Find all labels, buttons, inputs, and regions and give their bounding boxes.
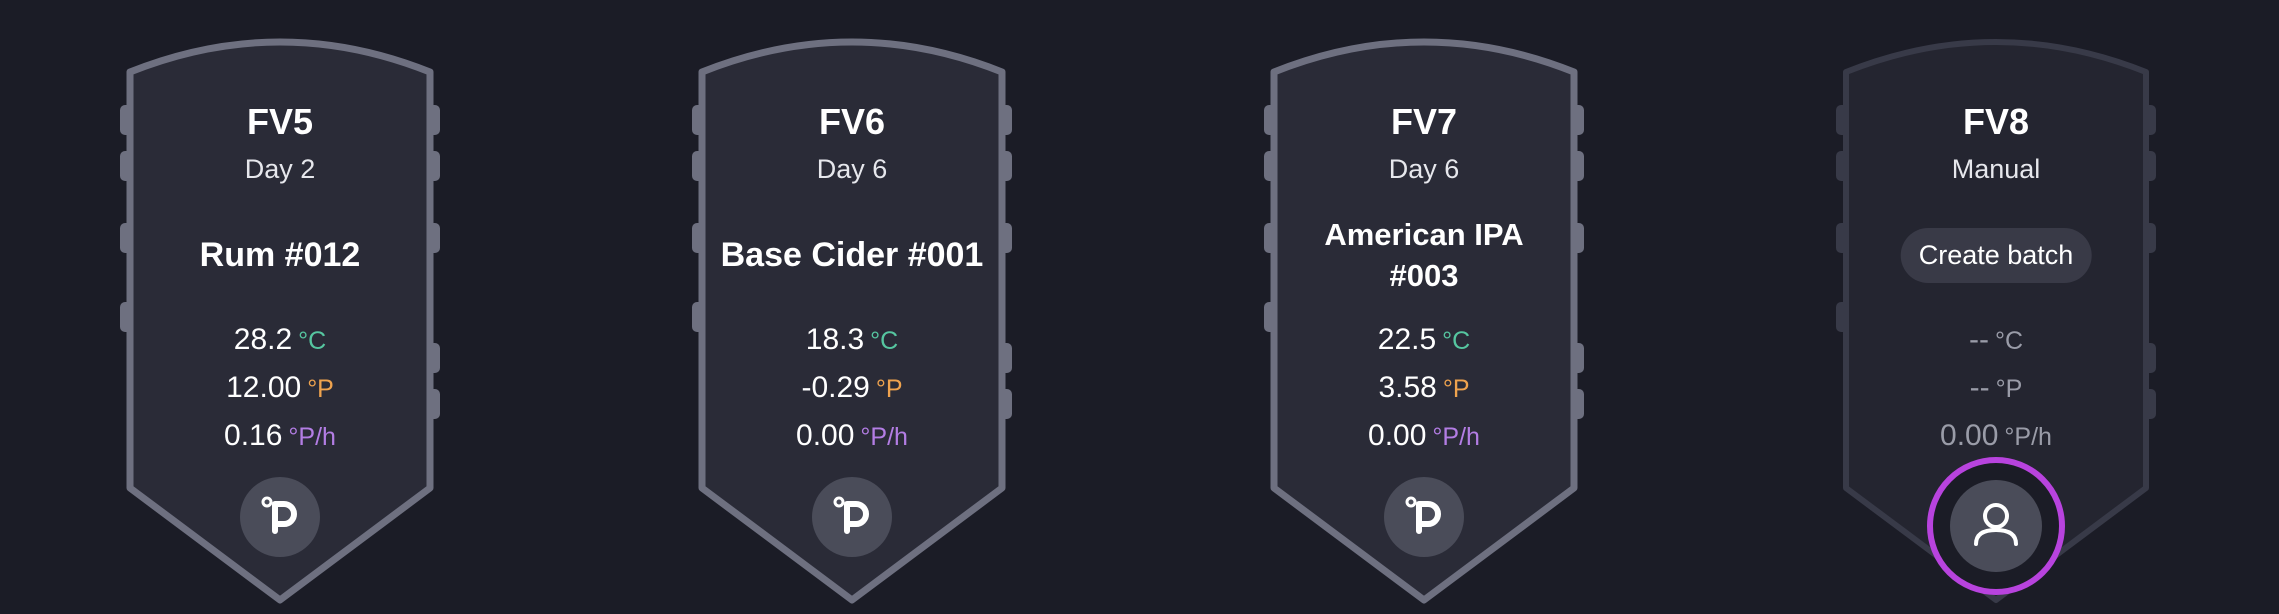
fermenter-card-fv7[interactable]: FV7 Day 6 American IPA #003 22.5 °C 3.58 °…: [1264, 38, 1584, 610]
rate-unit: °P/h: [860, 423, 908, 451]
fermenter-card-fv6[interactable]: FV6 Day 6 Base Cider #001 18.3 °C -0.29 °P…: [692, 38, 1012, 610]
gravity-value: 12.00: [226, 371, 302, 404]
plaato-logo-icon: [833, 496, 869, 534]
device-badge[interactable]: [1384, 477, 1464, 557]
temperature-reading: 18.3 °C: [692, 323, 1012, 357]
gravity-reading: -0.29 °P: [692, 371, 1012, 405]
fermentation-mode: Manual: [1951, 154, 2041, 184]
rate-value: 0.16: [224, 419, 283, 452]
gravity-unit: °P: [307, 375, 334, 403]
rate-reading: 0.16 °P/h: [120, 419, 440, 453]
rate-value: 0.00: [1940, 419, 1999, 452]
temperature-reading: 28.2 °C: [120, 323, 440, 357]
gravity-value: 3.58: [1378, 371, 1437, 404]
fermenter-name: FV5: [246, 101, 314, 142]
temperature-unit: °C: [1994, 327, 2024, 355]
gravity-reading: 3.58 °P: [1264, 371, 1584, 405]
rate-value: 0.00: [796, 419, 855, 452]
gravity-value: -0.29: [801, 371, 870, 404]
temperature-value: 28.2: [233, 323, 293, 356]
plaato-logo-icon: [1405, 496, 1441, 534]
create-batch-button[interactable]: Create batch: [1900, 228, 2092, 283]
batch-name: American IPA #003: [1264, 214, 1584, 296]
gravity-unit: °P: [1995, 375, 2023, 403]
fermentation-day: Day 6: [816, 154, 888, 184]
rate-unit: °P/h: [2004, 423, 2052, 451]
gravity-unit: °P: [875, 375, 903, 403]
rate-unit: °P/h: [1432, 423, 1480, 451]
temperature-reading: 22.5 °C: [1264, 323, 1584, 357]
temperature-value: --: [1968, 323, 1989, 356]
gravity-value: --: [1969, 371, 1990, 404]
rate-unit: °P/h: [288, 423, 336, 451]
fermentation-day: Day 6: [1388, 154, 1460, 184]
gravity-unit: °P: [1442, 375, 1470, 403]
temperature-unit: °C: [1442, 327, 1471, 355]
fermenter-name: FV6: [818, 101, 886, 142]
temperature-value: 22.5: [1377, 323, 1437, 356]
manual-mode-button[interactable]: [1927, 457, 2065, 595]
batch-name: Base Cider #001: [720, 236, 984, 274]
rate-reading: 0.00 °P/h: [692, 419, 1012, 453]
gravity-reading: 12.00 °P: [120, 371, 440, 405]
fermenter-list: FV5 Day 2 Rum #012 28.2 °C 12.00 °P 0.16 °P…: [0, 0, 2279, 614]
user-icon: [1974, 503, 2018, 546]
device-badge[interactable]: [812, 477, 892, 557]
temperature-unit: °C: [298, 327, 327, 355]
fermenter-name: FV8: [1962, 101, 2030, 142]
temperature-unit: °C: [870, 327, 899, 355]
plaato-logo-icon: [261, 496, 297, 534]
temperature-reading: -- °C: [1836, 323, 2156, 357]
rate-value: 0.00: [1368, 419, 1427, 452]
device-badge[interactable]: [240, 477, 320, 557]
temperature-value: 18.3: [805, 323, 865, 356]
fermentation-day: Day 2: [244, 154, 316, 184]
rate-reading: 0.00 °P/h: [1264, 419, 1584, 453]
gravity-reading: -- °P: [1836, 371, 2156, 405]
fermenter-card-fv8[interactable]: FV8 Manual Create batch -- °C -- °P 0.00 °P…: [1836, 39, 2156, 610]
batch-name-line1: American IPA: [1324, 217, 1524, 252]
batch-name-line2: #003: [1389, 258, 1459, 293]
batch-name: Rum #012: [199, 236, 361, 274]
fermenter-name: FV7: [1390, 101, 1458, 142]
rate-reading: 0.00 °P/h: [1836, 419, 2156, 453]
fermenter-card-fv5[interactable]: FV5 Day 2 Rum #012 28.2 °C 12.00 °P 0.16 °P…: [120, 38, 440, 610]
